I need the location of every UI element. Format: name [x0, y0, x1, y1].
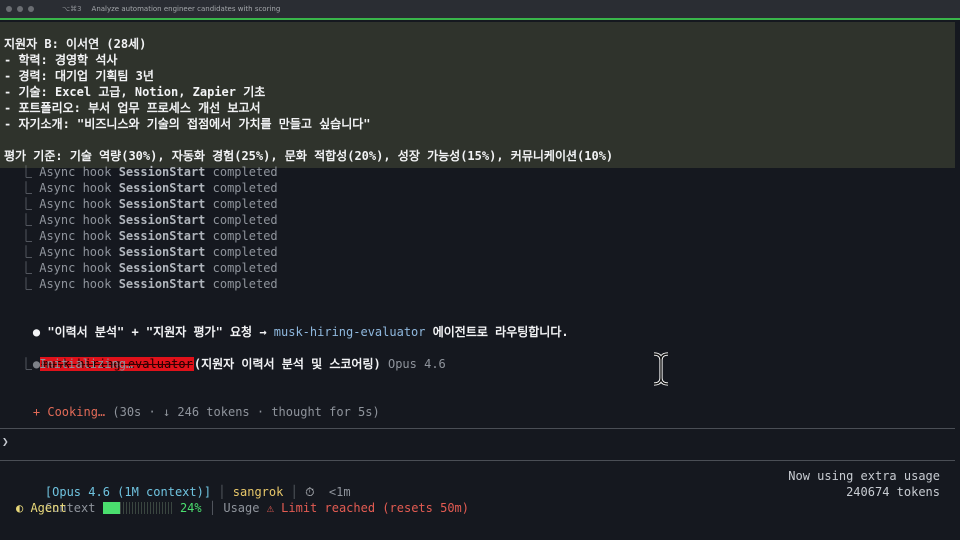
close-window-button[interactable]: [6, 6, 12, 12]
candidate-portfolio: - 포트폴리오: 부서 업무 프로세스 개선 보고서: [4, 101, 261, 115]
routing-text: "이력서 분석" + "지원자 평가" 요청 →: [40, 325, 274, 339]
status-line-2: Context 24% │ Usage ⚠ Limit reached (res…: [16, 484, 469, 515]
hook-name: SessionStart: [118, 197, 206, 211]
hook-status: completed: [205, 181, 278, 195]
hook-log-line: ⎿ Async hook SessionStart completed: [20, 164, 278, 180]
hook-prefix: ⎿ Async hook: [20, 277, 119, 291]
limit-warning: ⚠ Limit reached (resets 50m): [266, 501, 469, 515]
hook-status: completed: [205, 261, 278, 275]
window-title: Analyze automation engineer candidates w…: [91, 5, 281, 13]
prompt-divider-bottom: [0, 460, 955, 461]
context-percent: 24%: [179, 501, 202, 515]
hook-log-line: ⎿ Async hook SessionStart completed: [20, 196, 278, 212]
hook-name: SessionStart: [118, 213, 206, 227]
hook-prefix: ⎿ Async hook: [20, 261, 119, 275]
hook-name: SessionStart: [118, 181, 206, 195]
agent-task-line: ●musk-hiring-evaluator(지원자 이력서 분석 및 스코어링…: [4, 340, 446, 371]
terminal-pane[interactable]: 지원자 B: 이서연 (28세) - 학력: 경영학 석사 - 경력: 대기업 …: [0, 22, 960, 540]
usage-label: Usage: [223, 501, 260, 515]
cooking-indicator: + Cooking… (30s · ↓ 246 tokens · thought…: [4, 388, 380, 419]
context-bar-fill: [102, 502, 120, 514]
candidate-skills: - 기술: Excel 고급, Notion, Zapier 기초: [4, 85, 266, 99]
task-status: ⎿ Initializing…: [20, 357, 134, 371]
candidate-education: - 학력: 경영학 석사: [4, 53, 118, 67]
minimize-window-button[interactable]: [17, 6, 23, 12]
context-bar-empty: [119, 502, 173, 514]
extra-usage-note: Now using extra usage: [788, 469, 940, 483]
separator: │: [208, 501, 217, 515]
hook-prefix: ⎿ Async hook: [20, 197, 119, 211]
hook-prefix: ⎿ Async hook: [20, 229, 119, 243]
title-bar: ⌥⌘3 Analyze automation engineer candidat…: [0, 0, 960, 20]
token-count: 240674 tokens: [846, 485, 940, 499]
candidate-intro: - 자기소개: "비즈니스와 기술의 접점에서 가치를 만들고 싶습니다": [4, 117, 371, 131]
text-cursor-icon: [653, 352, 669, 386]
hook-prefix: ⎿ Async hook: [20, 165, 119, 179]
hook-name: SessionStart: [118, 229, 206, 243]
cooking-label: + Cooking…: [32, 405, 106, 419]
tab-shortcut: ⌥⌘3: [62, 5, 82, 13]
hook-name: SessionStart: [118, 245, 206, 259]
task-description: (지원자 이력서 분석 및 스코어링): [193, 357, 381, 371]
hook-name: SessionStart: [118, 261, 206, 275]
hook-log-line: ⎿ Async hook SessionStart completed: [20, 228, 278, 244]
evaluation-criteria: 평가 기준: 기술 역량(30%), 자동화 경험(25%), 문화 적합성(2…: [4, 149, 614, 163]
zoom-window-button[interactable]: [28, 6, 34, 12]
hook-status: completed: [205, 277, 278, 291]
hook-log-line: ⎿ Async hook SessionStart completed: [20, 180, 278, 196]
routing-text-end: 에이전트로 라우팅합니다.: [425, 325, 569, 339]
hook-prefix: ⎿ Async hook: [20, 181, 119, 195]
hook-status: completed: [205, 213, 278, 227]
hook-prefix: ⎿ Async hook: [20, 213, 119, 227]
task-model: Opus 4.6: [387, 357, 446, 371]
hook-status: completed: [205, 165, 278, 179]
prompt-chevron-icon: ❯: [2, 435, 9, 448]
hook-prefix: ⎿ Async hook: [20, 245, 119, 259]
candidate-experience: - 경력: 대기업 기획팀 3년: [4, 69, 154, 83]
candidate-header: 지원자 B: 이서연 (28세): [4, 37, 147, 51]
hook-status: completed: [205, 229, 278, 243]
status-line-1: [Opus 4.6 (1M context)] │ sangrok │ ⏱ <1…: [16, 468, 351, 499]
hook-status: completed: [205, 197, 278, 211]
hook-log-line: ⎿ Async hook SessionStart completed: [20, 276, 278, 292]
prompt-input[interactable]: ❯: [2, 435, 9, 448]
window-controls: [6, 6, 34, 12]
hook-name: SessionStart: [118, 165, 206, 179]
hook-status: completed: [205, 245, 278, 259]
prompt-divider-top: [0, 428, 955, 429]
routing-agent-name: musk-hiring-evaluator: [273, 325, 426, 339]
agent-mode[interactable]: ◐ Agent: [16, 500, 67, 516]
routing-message: ● "이력서 분석" + "지원자 평가" 요청 → musk-hiring-e…: [4, 308, 569, 339]
hook-log-line: ⎿ Async hook SessionStart completed: [20, 260, 278, 276]
cooking-meta: (30s · ↓ 246 tokens · thought for 5s): [105, 405, 380, 419]
hook-log-line: ⎿ Async hook SessionStart completed: [20, 212, 278, 228]
hook-name: SessionStart: [118, 277, 206, 291]
hook-log-line: ⎿ Async hook SessionStart completed: [20, 244, 278, 260]
